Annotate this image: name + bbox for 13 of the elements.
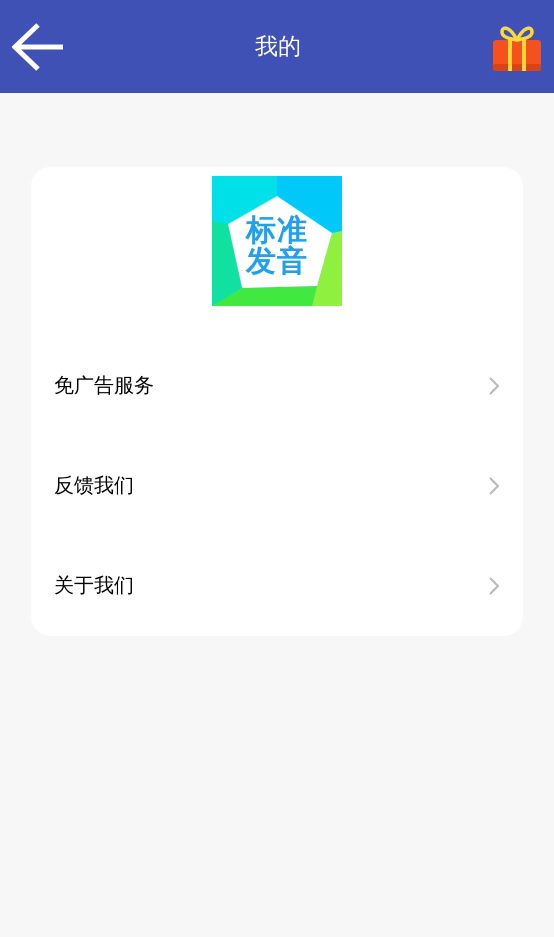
menu-label: 关于我们 <box>54 574 134 599</box>
chevron-right-icon <box>489 377 499 395</box>
logo-text: 标准 <box>246 214 308 246</box>
menu-label: 免广告服务 <box>54 374 154 399</box>
logo-text: 发音 <box>246 246 308 278</box>
chevron-right-icon <box>489 477 499 495</box>
chevron-right-icon <box>489 577 499 595</box>
back-icon[interactable] <box>12 22 64 72</box>
menu-label: 反馈我们 <box>54 474 134 499</box>
menu-item[interactable]: 关于我们 <box>31 536 523 636</box>
menu-item[interactable]: 免广告服务 <box>31 336 523 436</box>
menu-item[interactable]: 反馈我们 <box>31 436 523 536</box>
page-title: 我的 <box>255 32 301 62</box>
